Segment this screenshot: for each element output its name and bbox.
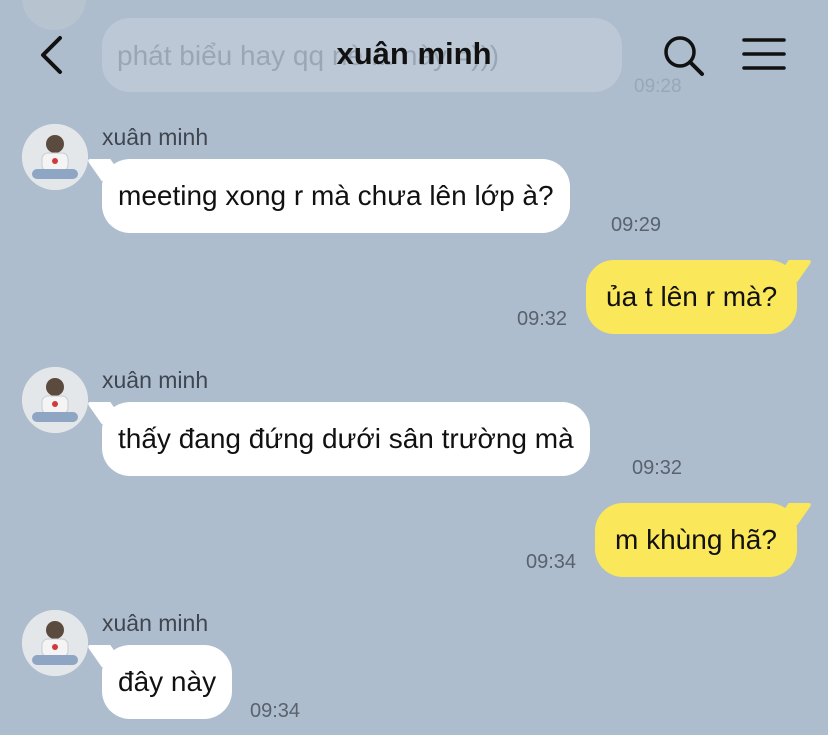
message-time: 09:34 bbox=[526, 551, 577, 573]
hamburger-menu-icon bbox=[742, 38, 786, 70]
search-icon bbox=[664, 36, 704, 76]
message-time: 09:29 bbox=[611, 214, 662, 236]
user-avatar-icon bbox=[22, 610, 88, 676]
sender-name: xuân minh bbox=[102, 124, 209, 150]
avatar[interactable] bbox=[22, 610, 88, 676]
outgoing-message-bubble[interactable]: m khùng hã? bbox=[595, 503, 797, 577]
menu-button[interactable] bbox=[738, 32, 790, 80]
sender-name: xuân minh bbox=[102, 367, 209, 393]
outgoing-message-bubble[interactable]: ủa t lên r mà? bbox=[586, 260, 798, 334]
incoming-message-bubble[interactable]: meeting xong r mà chưa lên lớp à? bbox=[102, 159, 570, 233]
avatar[interactable] bbox=[22, 124, 88, 190]
message-time: 09:32 bbox=[517, 308, 568, 330]
message-time: 09:32 bbox=[632, 457, 683, 479]
sender-name: xuân minh bbox=[102, 610, 209, 636]
user-avatar-icon bbox=[22, 367, 88, 433]
search-button[interactable] bbox=[660, 32, 708, 80]
message-time: 09:34 bbox=[250, 700, 301, 722]
avatar[interactable] bbox=[22, 367, 88, 433]
chat-header: xuân minh bbox=[0, 0, 828, 100]
incoming-message-bubble[interactable]: thấy đang đứng dưới sân trường mà bbox=[102, 402, 590, 476]
incoming-message-bubble[interactable]: đây này bbox=[102, 645, 233, 719]
user-avatar-icon bbox=[22, 124, 88, 190]
